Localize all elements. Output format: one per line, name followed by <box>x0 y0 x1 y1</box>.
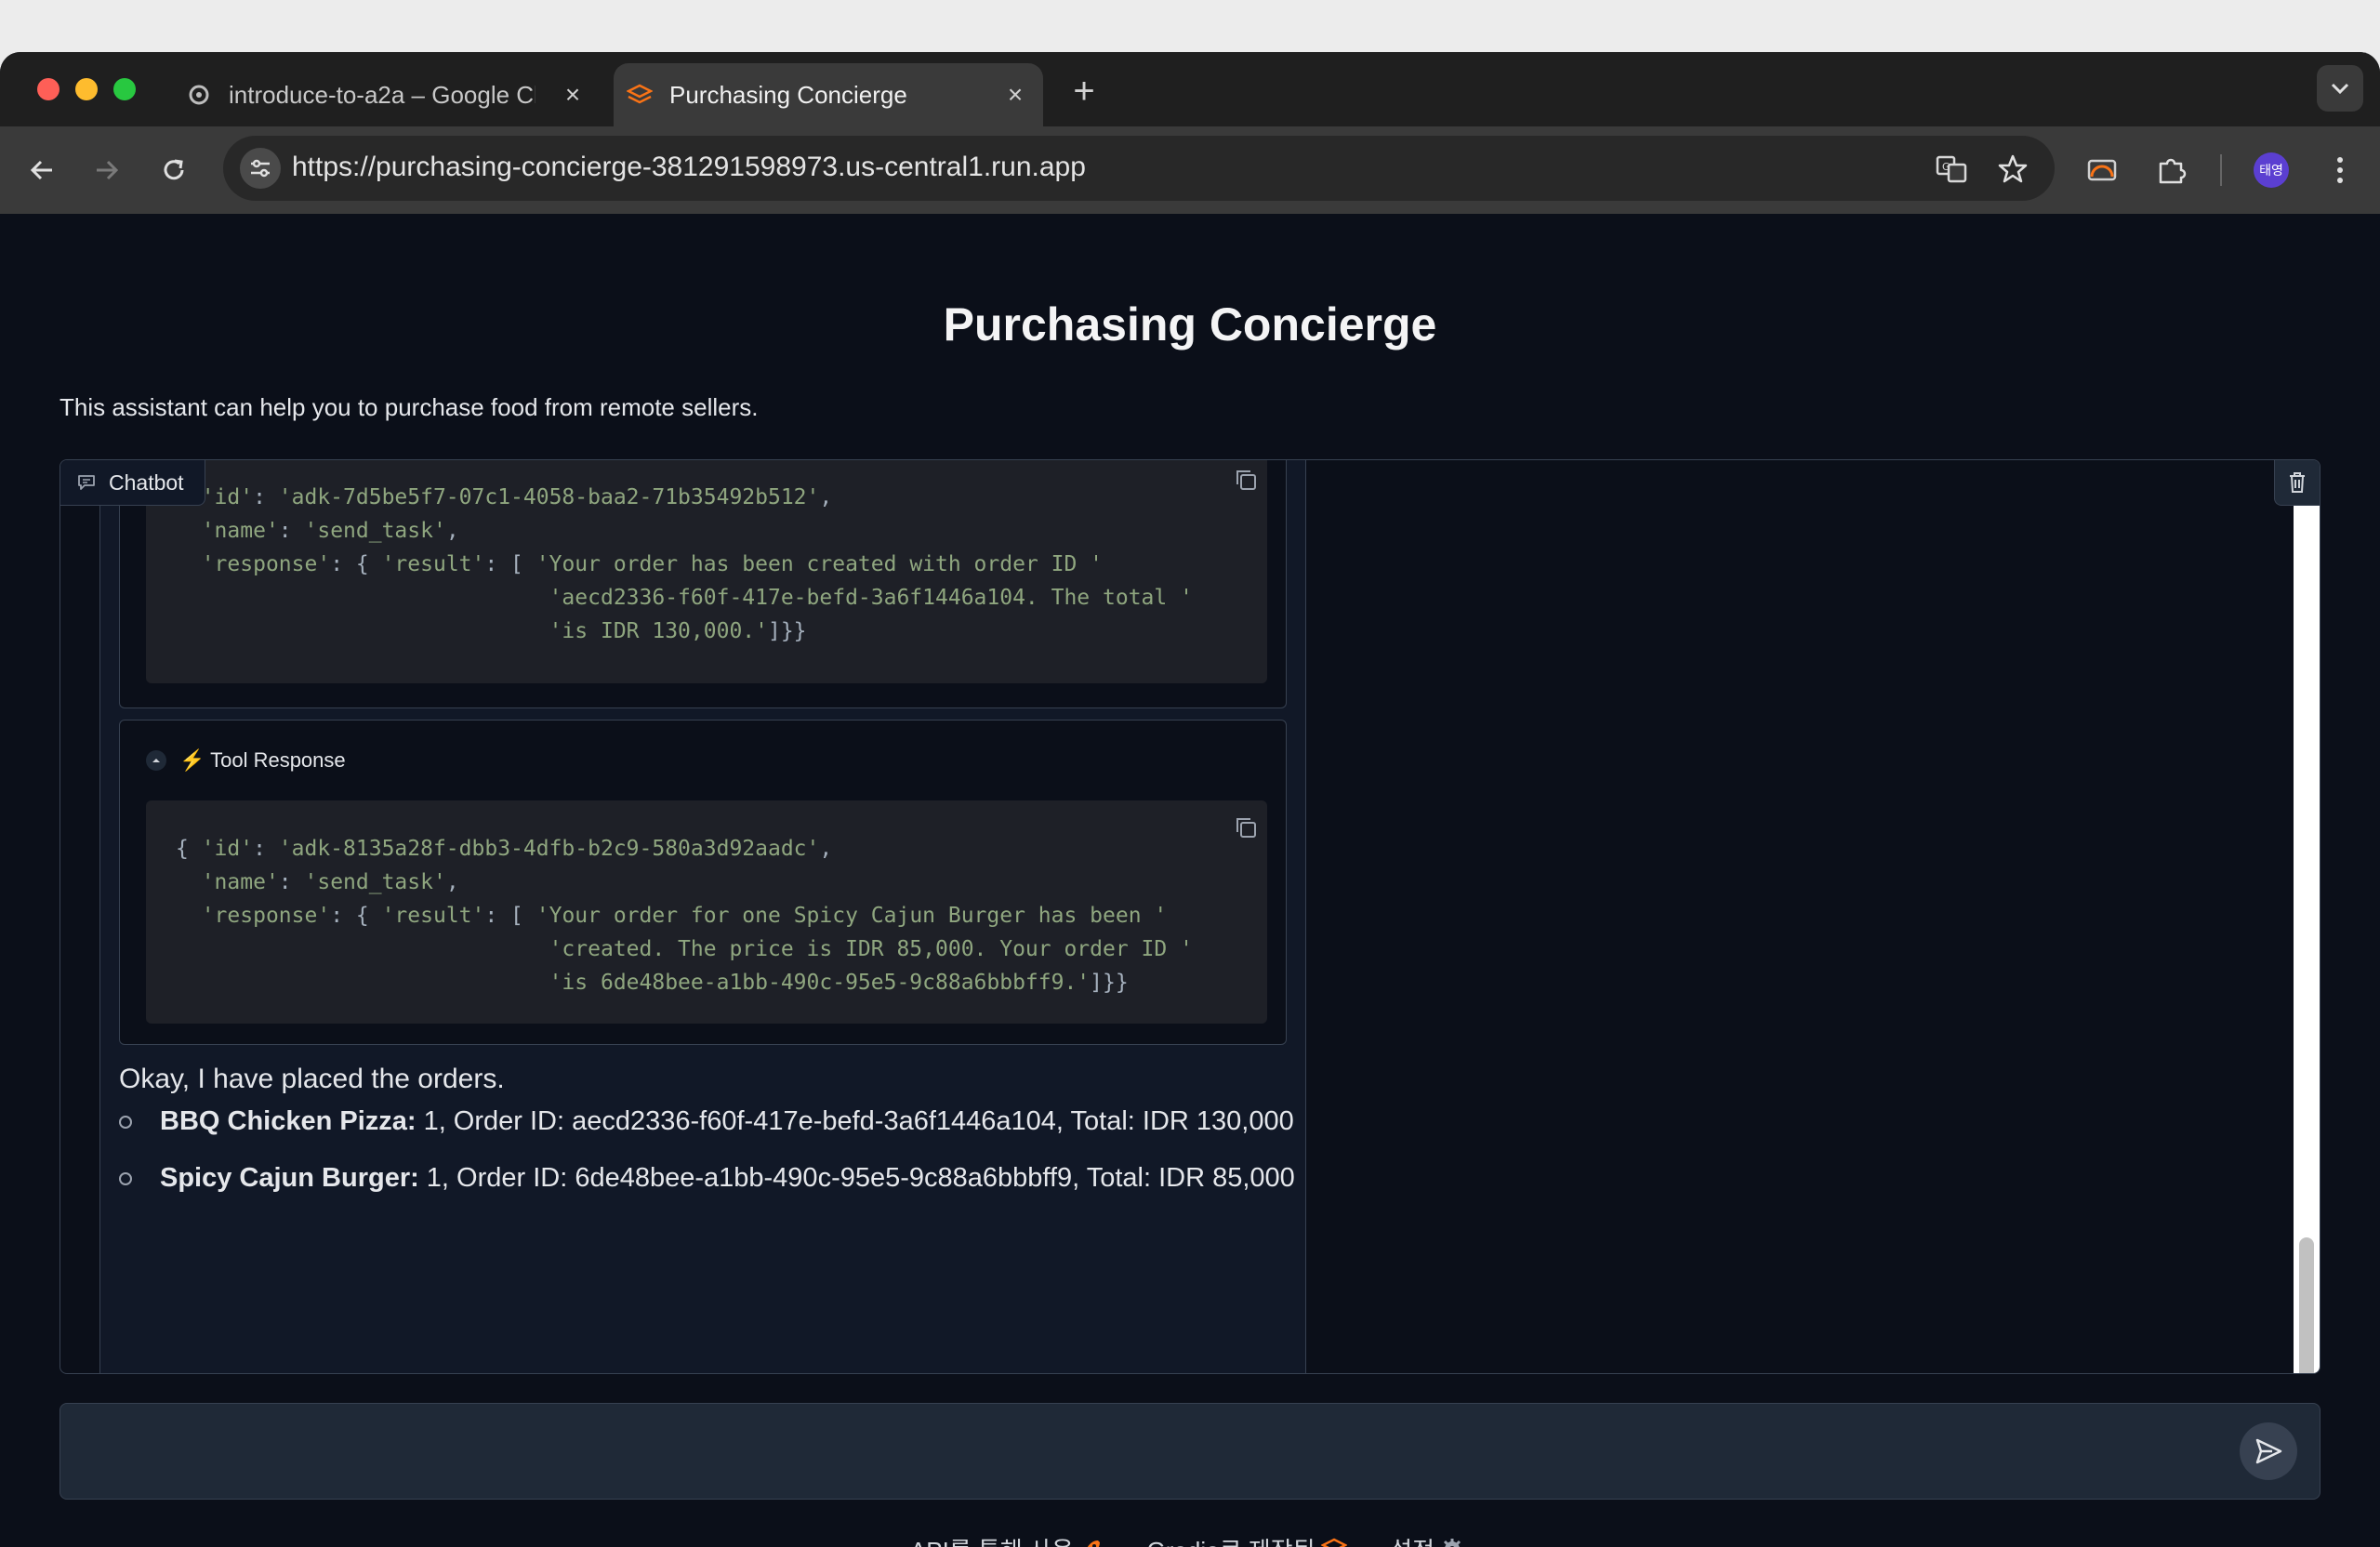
bullet-icon <box>119 1115 132 1129</box>
code-line: { 'id': 'adk-8135a28f-dbb3-4dfb-b2c9-580… <box>176 837 833 861</box>
star-icon <box>1998 154 2028 183</box>
code-line: 'name': 'send_task', <box>201 870 459 894</box>
google-cloud-icon <box>186 82 212 108</box>
code-line: 'response': { 'result': [ 'Your order ha… <box>201 552 1104 576</box>
more-vert-icon <box>2337 157 2343 183</box>
clear-chat-button[interactable] <box>2274 460 2320 506</box>
rocket-icon <box>1079 1537 1104 1547</box>
copy-code-button[interactable] <box>1230 464 1262 496</box>
chatbot-label: Chatbot <box>60 460 205 506</box>
message-input-container <box>60 1403 2320 1500</box>
accordion-title: ⚡ Tool Response <box>179 748 346 772</box>
page-title: Purchasing Concierge <box>943 298 1437 350</box>
browser-toolbar: https://purchasing-concierge-38129159897… <box>0 126 2380 214</box>
translate-icon: G <box>1936 155 1967 183</box>
close-window-button[interactable] <box>37 78 60 100</box>
new-tab-button[interactable]: + <box>1065 73 1103 110</box>
answer-text: Okay, I have placed the orders. <box>119 1064 505 1094</box>
close-tab-icon[interactable]: × <box>560 82 586 108</box>
code-line: 'name': 'send_task', <box>201 519 459 543</box>
code-block: 'id': 'adk-7d5be5f7-07c1-4058-baa2-71b35… <box>146 460 1267 683</box>
settings-link[interactable]: 설정 <box>1390 1532 1435 1547</box>
arrow-left-icon <box>30 160 52 180</box>
list-item: BBQ Chicken Pizza: 1, Order ID: aecd2336… <box>119 1106 1294 1137</box>
tool-response-accordion: 'id': 'adk-7d5be5f7-07c1-4058-baa2-71b35… <box>119 460 1287 708</box>
tune-icon <box>251 159 270 178</box>
list-item: Spicy Cajun Burger: 1, Order ID: 6de48be… <box>119 1163 1295 1194</box>
chatbot-label-text: Chatbot <box>109 469 184 495</box>
chatbot-panel: Chatbot 'id': 'adk-7d5be5f7-07c1-4058-ba… <box>60 459 2320 1374</box>
footer-separator: · <box>1124 1535 1132 1547</box>
reload-icon <box>164 159 184 180</box>
accordion-header[interactable]: ⚡ Tool Response <box>146 748 346 773</box>
copy-icon <box>1236 818 1256 838</box>
gradio-logo-icon <box>1320 1538 1347 1547</box>
svg-text:G: G <box>1942 161 1950 173</box>
url-text[interactable]: https://purchasing-concierge-38129159897… <box>292 152 1086 183</box>
browser-menu-button[interactable] <box>2320 151 2360 190</box>
footer-separator: · <box>1368 1535 1376 1547</box>
code-block: { 'id': 'adk-8135a28f-dbb3-4dfb-b2c9-580… <box>146 800 1267 1024</box>
cast-button[interactable] <box>2082 151 2122 190</box>
code-line: 'is IDR 130,000.']}} <box>549 619 807 643</box>
tab-introduce-to-a2a[interactable]: introduce-to-a2a – Google Cl × <box>173 63 601 126</box>
arrow-right-icon <box>97 160 119 180</box>
built-with-gradio-link[interactable]: Gradio로 제작됨 <box>1147 1532 1316 1547</box>
page-description: This assistant can help you to purchase … <box>60 393 759 421</box>
forward-button[interactable] <box>86 149 128 192</box>
address-bar[interactable]: https://purchasing-concierge-38129159897… <box>223 136 2055 201</box>
maximize-window-button[interactable] <box>113 78 136 100</box>
copy-code-button[interactable] <box>1230 812 1262 843</box>
scrollbar-thumb[interactable] <box>2299 1237 2314 1373</box>
order-item-detail: 1, Order ID: 6de48bee-a1bb-490c-95e5-9c8… <box>426 1163 1295 1193</box>
bot-message: 'id': 'adk-7d5be5f7-07c1-4058-baa2-71b35… <box>99 460 1306 1373</box>
code-line: 'response': { 'result': [ 'Your order fo… <box>201 904 1168 928</box>
footer: API를 통해 사용 · Gradio로 제작됨 · 설정 <box>0 1528 2380 1547</box>
tab-strip: introduce-to-a2a – Google Cl × Purchasin… <box>0 52 2380 126</box>
site-info-button[interactable] <box>240 148 281 189</box>
tab-purchasing-concierge[interactable]: Purchasing Concierge × <box>614 63 1043 126</box>
code-text: { 'id': 'adk-8135a28f-dbb3-4dfb-b2c9-580… <box>176 832 1193 999</box>
bullet-icon <box>119 1171 132 1185</box>
code-line: 'is 6de48bee-a1bb-490c-95e5-9c88a6bbbff9… <box>549 971 1129 995</box>
translate-button[interactable]: G <box>1934 152 1969 187</box>
code-text: 'id': 'adk-7d5be5f7-07c1-4058-baa2-71b35… <box>176 481 1193 648</box>
back-button[interactable] <box>20 149 63 192</box>
message-input[interactable] <box>83 1422 2225 1480</box>
code-line: 'created. The price is IDR 85,000. Your … <box>549 937 1193 961</box>
send-icon <box>2255 1438 2282 1464</box>
copy-icon <box>1236 470 1256 490</box>
trash-icon <box>2290 472 2305 493</box>
code-line: 'aecd2336-f60f-417e-befd-3a6f1446a104. T… <box>549 586 1193 610</box>
tool-response-accordion: ⚡ Tool Response { 'id': 'adk-8135a28f-db… <box>119 720 1287 1045</box>
gradio-page: Purchasing Concierge This assistant can … <box>0 214 2380 1547</box>
gear-icon <box>1440 1537 1464 1547</box>
gradio-icon <box>627 82 653 108</box>
chat-scrollbar[interactable] <box>2294 505 2320 1373</box>
order-item-name: Spicy Cajun Burger: <box>160 1163 419 1193</box>
minimize-window-button[interactable] <box>75 78 98 100</box>
use-via-api-link[interactable]: API를 통해 사용 <box>910 1532 1074 1547</box>
cast-icon <box>2087 159 2117 181</box>
order-item-name: BBQ Chicken Pizza: <box>160 1106 416 1136</box>
toolbar-divider <box>2220 154 2222 186</box>
close-tab-icon[interactable]: × <box>1002 82 1028 108</box>
caret-up-icon <box>146 750 166 771</box>
profile-avatar[interactable]: 태영 <box>2254 152 2289 188</box>
chat-bubble-icon <box>77 474 96 491</box>
puzzle-icon <box>2159 158 2187 184</box>
browser-window: introduce-to-a2a – Google Cl × Purchasin… <box>0 52 2380 1547</box>
tab-search-button[interactable] <box>2317 65 2363 112</box>
bookmark-button[interactable] <box>1995 152 2030 187</box>
reload-button[interactable] <box>152 149 195 192</box>
chevron-down-icon <box>2331 83 2349 95</box>
tab-title: Purchasing Concierge <box>669 80 907 109</box>
code-line: 'id': 'adk-7d5be5f7-07c1-4058-baa2-71b35… <box>201 485 833 509</box>
tab-title: introduce-to-a2a – Google Cl <box>229 80 536 109</box>
extensions-button[interactable] <box>2151 151 2190 190</box>
order-item-detail: 1, Order ID: aecd2336-f60f-417e-befd-3a6… <box>423 1106 1294 1136</box>
send-button[interactable] <box>2240 1422 2297 1480</box>
